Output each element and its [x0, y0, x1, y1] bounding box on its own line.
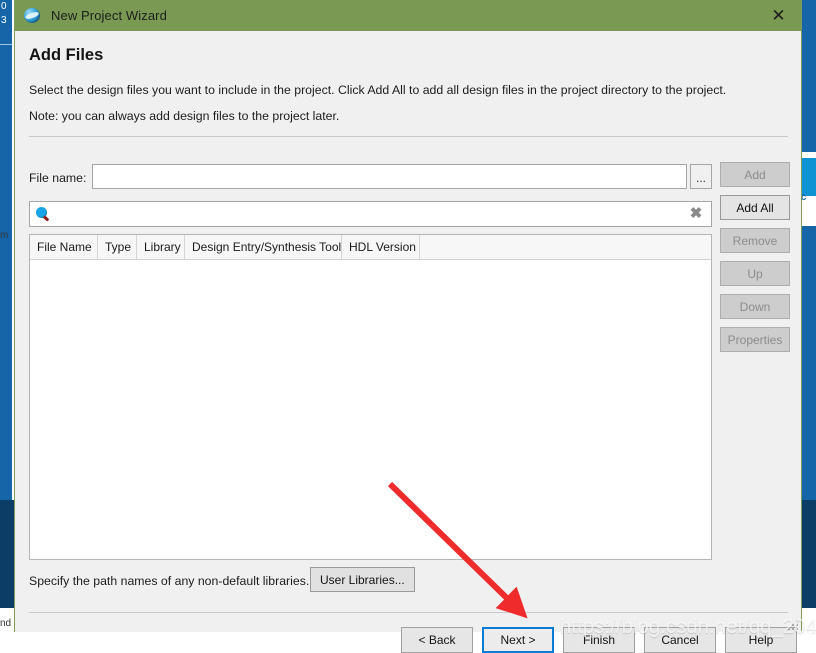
page-title: Add Files	[29, 46, 104, 64]
user-libraries-description: Specify the path names of any non-defaul…	[29, 574, 310, 588]
magnifier-icon	[36, 207, 51, 222]
background-left-strip-text: 0 3	[0, 0, 14, 642]
column-header-file-name[interactable]: File Name	[30, 235, 98, 259]
next-button[interactable]: Next >	[482, 627, 554, 653]
finish-button[interactable]: Finish	[563, 627, 635, 653]
up-button: Up	[720, 261, 790, 286]
remove-button: Remove	[720, 228, 790, 253]
page-description-line-1: Select the design files you want to incl…	[29, 83, 727, 97]
background-left-char-0: 0	[1, 1, 7, 12]
file-name-input[interactable]	[92, 164, 687, 189]
background-left-label-m: m	[0, 230, 9, 241]
page-description-line-2: Note: you can always add design files to…	[29, 109, 340, 123]
file-list-body[interactable]	[30, 260, 711, 559]
clear-search-icon[interactable]: ✖	[688, 206, 704, 222]
file-list-header-row: File Name Type Library Design Entry/Synthes…	[30, 235, 711, 260]
file-list-table[interactable]: File Name Type Library Design Entry/Synthes…	[29, 234, 712, 560]
back-button[interactable]: < Back	[401, 627, 473, 653]
column-header-blank[interactable]	[420, 235, 710, 259]
properties-button: Properties	[720, 327, 790, 352]
top-separator	[29, 136, 788, 137]
dialog-body: Add Files Select the design files you wa…	[15, 31, 801, 653]
column-header-design-entry-synthesis-tool[interactable]: Design Entry/Synthesis Tool	[185, 235, 342, 259]
file-action-button-group: Add Add All Remove Up Down Properties	[720, 162, 790, 360]
wizard-footer-buttons: < Back Next > Finish Cancel Help	[401, 627, 797, 653]
bottom-separator	[29, 612, 788, 613]
down-button: Down	[720, 294, 790, 319]
close-icon[interactable]: ✕	[756, 0, 801, 31]
browse-button[interactable]: ...	[690, 164, 712, 189]
column-header-hdl-version[interactable]: HDL Version	[342, 235, 420, 259]
dialog-titlebar: New Project Wizard ✕	[15, 0, 801, 31]
search-input[interactable]	[54, 202, 693, 228]
help-button[interactable]: Help	[725, 627, 797, 653]
add-all-button[interactable]: Add All	[720, 195, 790, 220]
quartus-sphere-icon	[24, 7, 41, 24]
file-search-field[interactable]: ✖	[29, 201, 712, 228]
dialog-title: New Project Wizard	[51, 8, 167, 23]
new-project-wizard-dialog: New Project Wizard ✕ Add Files Select th…	[14, 0, 802, 653]
file-name-label: File name:	[29, 171, 87, 185]
column-header-type[interactable]: Type	[98, 235, 137, 259]
add-button: Add	[720, 162, 790, 187]
background-left-char-1: 3	[1, 15, 7, 26]
resize-grip[interactable]	[786, 618, 798, 630]
cancel-button[interactable]: Cancel	[644, 627, 716, 653]
user-libraries-button[interactable]: User Libraries...	[310, 567, 415, 592]
column-header-library[interactable]: Library	[137, 235, 185, 259]
